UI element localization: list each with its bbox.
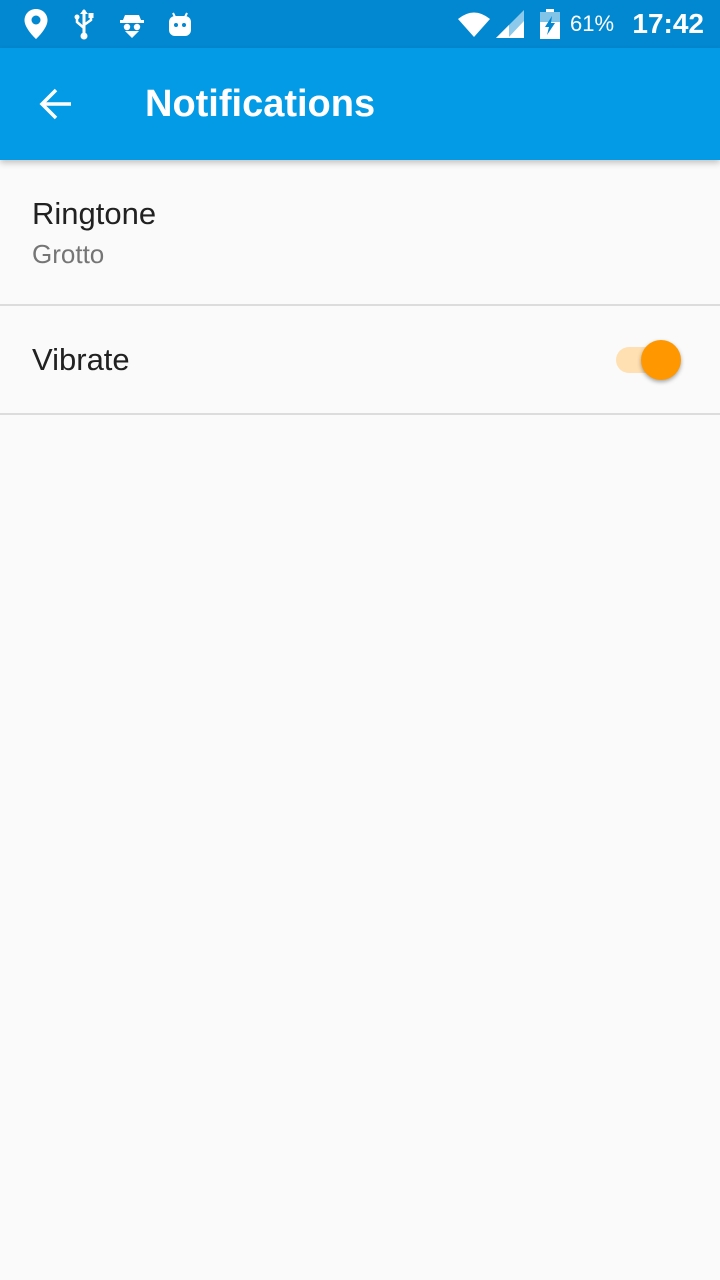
location-pin-icon: [20, 8, 52, 40]
ringtone-summary: Grotto: [32, 239, 105, 269]
back-button[interactable]: [24, 76, 88, 132]
wifi-icon: [456, 8, 492, 40]
status-bar: 61% 17:42: [0, 0, 720, 48]
android-icon: [164, 8, 196, 40]
ringtone-preference[interactable]: Ringtone Grotto: [0, 160, 720, 306]
page-title: Notifications: [145, 83, 376, 125]
preferences-list: Ringtone Grotto Vibrate: [0, 160, 720, 415]
incognito-icon: [116, 8, 148, 40]
clock: 17:42: [632, 8, 704, 39]
switch-thumb: [641, 340, 681, 380]
vibrate-preference[interactable]: Vibrate: [0, 306, 720, 415]
vibrate-switch[interactable]: [614, 339, 684, 380]
vibrate-title: Vibrate: [32, 342, 130, 377]
usb-icon: [68, 8, 100, 40]
battery-charging-icon: [536, 8, 564, 40]
ringtone-title: Ringtone: [32, 196, 157, 231]
arrow-back-icon: [39, 87, 73, 121]
battery-percent: 61%: [570, 11, 615, 36]
app-bar: Notifications: [0, 48, 720, 160]
cell-signal-icon: [494, 8, 526, 40]
